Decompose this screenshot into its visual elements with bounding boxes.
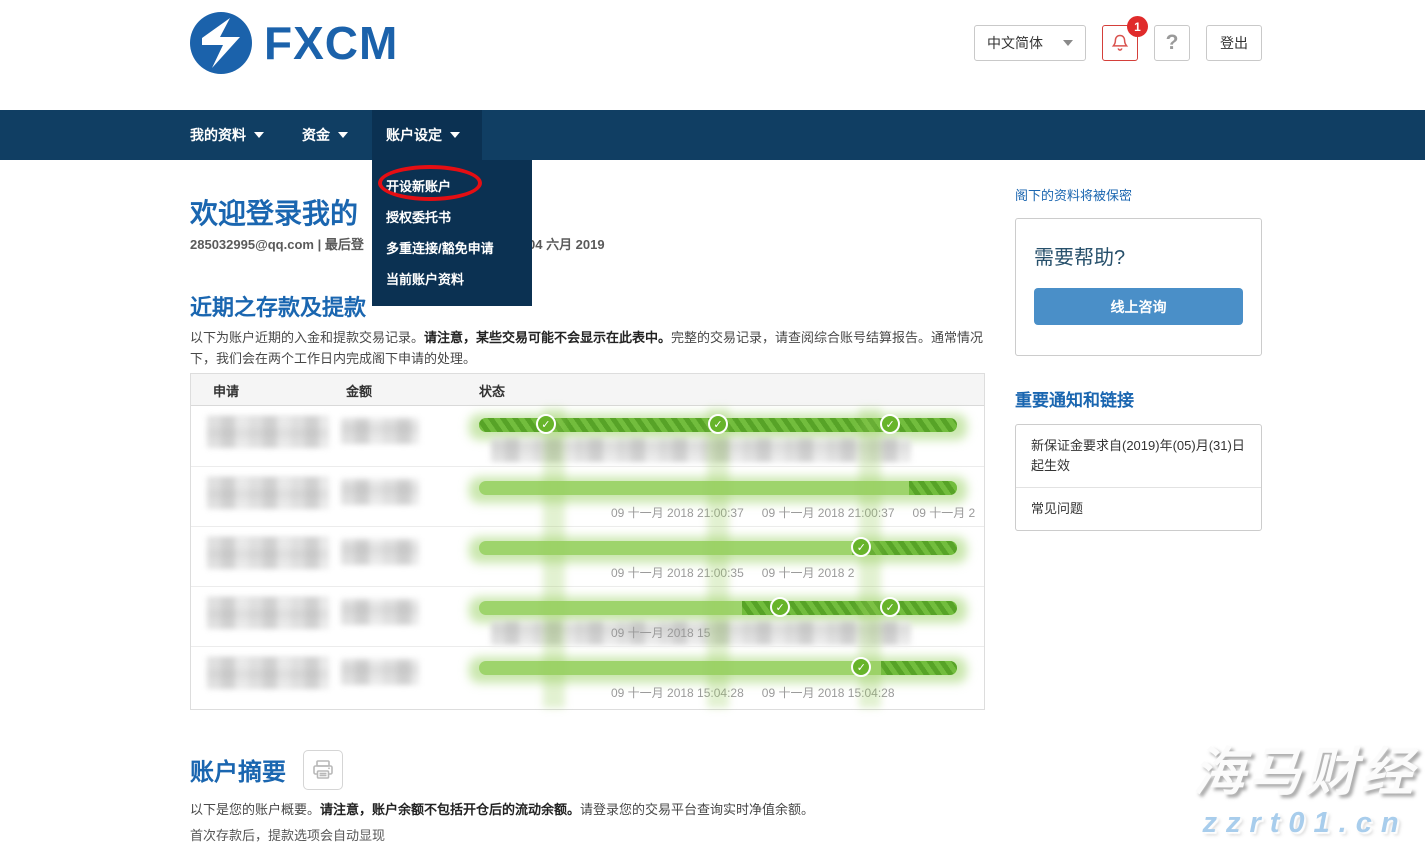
need-help-title: 需要帮助? <box>1034 241 1243 270</box>
need-help-box: 需要帮助? 线上咨询 <box>1015 218 1262 356</box>
checkmark-icon: ✓ <box>536 414 556 434</box>
privacy-note: 阁下的资料将被保密 <box>1015 185 1262 204</box>
notice-link-faq[interactable]: 常见问题 <box>1016 487 1261 530</box>
printer-icon <box>311 758 335 782</box>
chevron-down-icon <box>254 132 264 138</box>
desc-text: 以下为账户近期的入金和提款交易记录。 <box>190 330 424 345</box>
online-chat-button[interactable]: 线上咨询 <box>1034 288 1243 325</box>
right-sidebar: 阁下的资料将被保密 需要帮助? 线上咨询 重要通知和链接 新保证金要求自(201… <box>1015 185 1262 531</box>
desc-bold-text: 请注意，账户余额不包括开仓后的流动余额。 <box>320 802 580 817</box>
header-controls: 中文简体 1 ? 登出 <box>974 25 1262 61</box>
dropdown-item-open-new-account[interactable]: 开设新账户 <box>372 170 532 201</box>
help-button[interactable]: ? <box>1154 25 1190 61</box>
blur-artifact <box>707 408 729 708</box>
redacted-amount-cell <box>341 418 419 444</box>
watermark: 海马财经 zzrt01.cn <box>1193 730 1417 840</box>
checkmark-icon: ✓ <box>708 414 728 434</box>
desc-bold-text: 请注意，某些交易可能不会显示在此表中。 <box>424 330 671 345</box>
nav-item-funds-label: 资金 <box>302 125 330 145</box>
fxcm-logo-icon <box>190 12 252 74</box>
column-header-application: 申请 <box>213 374 239 406</box>
notices-links-box: 新保证金要求自(2019)年(05)月(31)日起生效 常见问题 <box>1015 424 1262 531</box>
last-login-date: 04 六月 2019 <box>528 234 605 253</box>
logout-button[interactable]: 登出 <box>1206 25 1262 61</box>
timestamp: 09 十一月 2 <box>913 504 976 521</box>
redacted-amount-cell <box>341 599 419 625</box>
dropdown-item-label: 当前账户资料 <box>386 272 464 287</box>
account-email-lastlogin: 285032995@qq.com | 最后登 <box>190 234 364 253</box>
dropdown-item-power-of-attorney[interactable]: 授权委托书 <box>372 201 532 232</box>
redacted-application-cell <box>207 537 329 569</box>
column-header-amount: 金额 <box>346 374 372 406</box>
timestamps-line: 09 十一月 2018 15 <box>611 624 710 641</box>
main-navbar: 我的资料 资金 账户设定 <box>0 110 1425 160</box>
chevron-down-icon <box>1063 40 1073 46</box>
notification-badge: 1 <box>1127 16 1148 37</box>
watermark-line2: zzrt01.cn <box>1193 807 1417 840</box>
progress-stripes <box>909 481 957 495</box>
column-header-status: 状态 <box>479 374 505 406</box>
redacted-application-cell <box>207 477 329 509</box>
nav-item-profile[interactable]: 我的资料 <box>176 110 278 160</box>
dropdown-item-label: 多重连接/豁免申请 <box>386 241 494 256</box>
redacted-application-cell <box>207 416 329 448</box>
account-settings-dropdown: 开设新账户 授权委托书 多重连接/豁免申请 当前账户资料 <box>372 160 532 306</box>
table-header-row: 申请 金额 状态 <box>191 374 984 406</box>
deposits-description: 以下为账户近期的入金和提款交易记录。请注意，某些交易可能不会显示在此表中。完整的… <box>190 327 985 370</box>
checkmark-icon: ✓ <box>880 597 900 617</box>
progress-stripes <box>881 661 957 675</box>
dropdown-item-label: 开设新账户 <box>386 179 451 194</box>
fxcm-logo[interactable]: FXCM <box>190 12 398 74</box>
chevron-down-icon <box>338 132 348 138</box>
transactions-table: 申请 金额 状态 ✓ ✓ ✓ 09 十一月 2018 21:00:3709 十一月 2… <box>190 373 985 710</box>
summary-description: 以下是您的账户概要。请注意，账户余额不包括开仓后的流动余额。请登录您的交易平台查… <box>190 800 985 821</box>
redacted-application-cell <box>207 597 329 629</box>
summary-section-heading: 账户摘要 <box>190 752 286 787</box>
checkmark-icon: ✓ <box>770 597 790 617</box>
fxcm-account-page: FXCM 中文简体 1 ? 登出 我的资料 资金 <box>0 0 1425 842</box>
notifications-button[interactable]: 1 <box>1102 25 1138 61</box>
summary-cutoff-line: 首次存款后，提款选项会自动显现 <box>190 825 385 842</box>
redacted-amount-cell <box>341 479 419 505</box>
deposits-section-heading: 近期之存款及提款 <box>190 290 366 322</box>
nav-item-account-settings[interactable]: 账户设定 <box>372 110 482 160</box>
timestamp: 09 十一月 2018 15 <box>611 624 710 641</box>
checkmark-icon: ✓ <box>880 414 900 434</box>
watermark-line1: 海马财经 <box>1193 730 1417 805</box>
notices-heading: 重要通知和链接 <box>1015 386 1262 411</box>
page-title: 欢迎登录我的 <box>190 192 358 232</box>
top-header: FXCM 中文简体 1 ? 登出 <box>0 0 1425 110</box>
print-button[interactable] <box>303 750 343 790</box>
desc-text: 以下是您的账户概要。 <box>190 802 320 817</box>
redacted-amount-cell <box>341 659 419 685</box>
timestamps-line: 09 十一月 2018 21:00:3709 十一月 2018 21:00:37… <box>611 504 975 521</box>
timestamps-line: 09 十一月 2018 15:04:2809 十一月 2018 15:04:28 <box>611 684 895 701</box>
dropdown-item-label: 授权委托书 <box>386 210 451 225</box>
dropdown-item-multi-connection[interactable]: 多重连接/豁免申请 <box>372 232 532 263</box>
redacted-amount-cell <box>341 539 419 565</box>
nav-item-funds[interactable]: 资金 <box>288 110 362 160</box>
fxcm-logo-text: FXCM <box>264 16 398 70</box>
nav-item-account-settings-label: 账户设定 <box>386 125 442 145</box>
language-selector[interactable]: 中文简体 <box>974 25 1086 61</box>
dropdown-item-current-account-info[interactable]: 当前账户资料 <box>372 263 532 294</box>
timestamp: 09 十一月 2018 2 <box>762 564 855 581</box>
chevron-down-icon <box>450 132 460 138</box>
blur-artifact <box>543 408 565 708</box>
bell-icon <box>1110 33 1130 53</box>
notice-link-margin-requirement[interactable]: 新保证金要求自(2019)年(05)月(31)日起生效 <box>1016 425 1261 487</box>
timestamps-line: 09 十一月 2018 21:00:3509 十一月 2018 2 <box>611 564 855 581</box>
redacted-application-cell <box>207 657 329 689</box>
desc-text: 请登录您的交易平台查询实时净值余额。 <box>580 802 814 817</box>
language-selected-label: 中文简体 <box>987 33 1043 53</box>
nav-item-profile-label: 我的资料 <box>190 125 246 145</box>
